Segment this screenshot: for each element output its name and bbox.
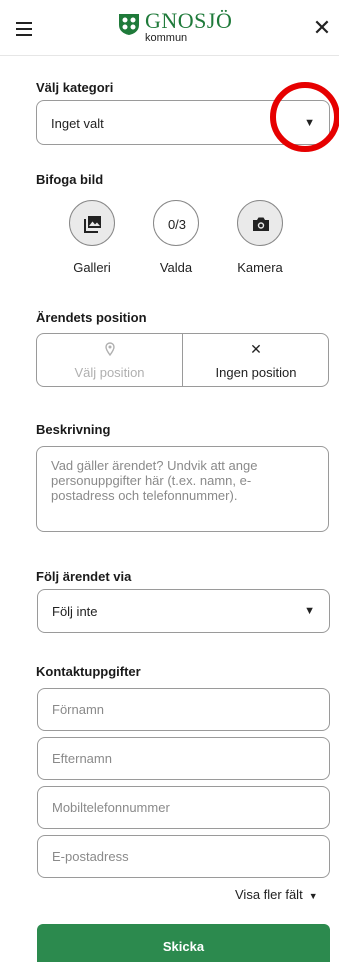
coat-of-arms-icon (119, 14, 139, 35)
choose-position-button[interactable]: Välj position (37, 334, 183, 386)
close-icon[interactable]: ✕ (312, 17, 332, 39)
show-more-fields-label: Visa fler fält (235, 887, 303, 902)
follow-select[interactable]: Följ inte ▼ (37, 589, 330, 633)
show-more-fields-link[interactable]: Visa fler fält ▼ (235, 887, 318, 902)
attach-image-label: Bifoga bild (36, 172, 104, 187)
chevron-down-icon: ▼ (304, 605, 315, 617)
no-position-label: Ingen position (215, 365, 297, 380)
submit-button[interactable]: Skicka (37, 924, 330, 962)
highlight-circle (270, 82, 339, 152)
mobile-placeholder: Mobiltelefonnummer (52, 800, 170, 815)
description-textarea[interactable]: Vad gäller ärendet? Undvik att ange pers… (36, 446, 329, 532)
choose-position-label: Välj position (74, 365, 145, 380)
category-label: Välj kategori (36, 80, 114, 95)
follow-label: Följ ärendet via (36, 569, 132, 584)
hamburger-icon[interactable] (16, 22, 32, 36)
close-icon: ✕ (250, 341, 262, 357)
selected-count: 0/3 (167, 216, 187, 232)
follow-value: Följ inte (52, 604, 98, 619)
top-bar: GNOSJÖ kommun ✕ (0, 0, 339, 56)
position-toggle: Välj position ✕ Ingen position (36, 333, 329, 387)
description-label: Beskrivning (36, 422, 111, 437)
no-position-button[interactable]: ✕ Ingen position (183, 334, 328, 386)
selected-images-button[interactable]: 0/3 (153, 200, 199, 246)
camera-button[interactable] (237, 200, 283, 246)
camera-label: Kamera (237, 260, 283, 275)
camera-icon (253, 217, 269, 231)
gallery-label: Galleri (73, 260, 111, 275)
email-placeholder: E-postadress (52, 849, 129, 864)
description-placeholder: Vad gäller ärendet? Undvik att ange pers… (51, 458, 258, 503)
last-name-placeholder: Efternamn (52, 751, 112, 766)
last-name-field[interactable]: Efternamn (37, 737, 330, 780)
category-value: Inget valt (51, 116, 104, 131)
selected-label: Valda (159, 260, 193, 275)
mobile-field[interactable]: Mobiltelefonnummer (37, 786, 330, 829)
brand-sub: kommun (145, 32, 188, 44)
position-label: Ärendets position (36, 310, 147, 325)
location-pin-icon (104, 342, 115, 357)
first-name-placeholder: Förnamn (52, 702, 105, 717)
email-field[interactable]: E-postadress (37, 835, 330, 878)
first-name-field[interactable]: Förnamn (37, 688, 330, 731)
brand-logo: GNOSJÖ kommun (117, 10, 232, 46)
gallery-button[interactable] (69, 200, 115, 246)
gallery-icon (84, 216, 101, 233)
brand-name: GNOSJÖ (145, 8, 233, 33)
contact-label: Kontaktuppgifter (36, 664, 141, 679)
chevron-down-icon: ▼ (308, 891, 318, 901)
